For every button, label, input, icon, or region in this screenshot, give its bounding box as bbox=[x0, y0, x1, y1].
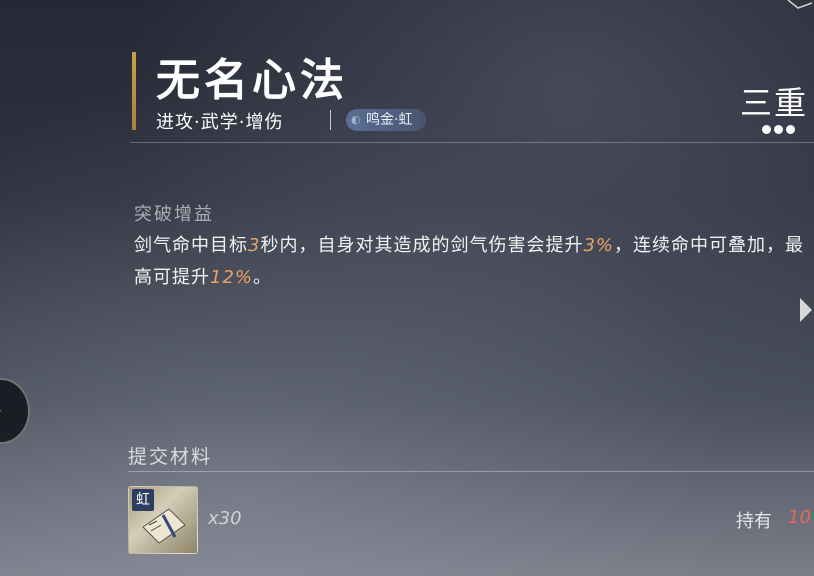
skill-title: 无名心法 bbox=[156, 55, 348, 106]
school-badge: ◐ 鸣金·虹 bbox=[346, 109, 427, 131]
tier-dot bbox=[774, 125, 783, 134]
right-arrow-icon[interactable] bbox=[800, 298, 812, 322]
desc-value: 3 bbox=[248, 235, 261, 256]
side-toggle-button[interactable] bbox=[0, 378, 30, 444]
desc-text: 秒内，自身对其造成的剑气伤害会提升 bbox=[260, 235, 584, 256]
material-badge: 虹 bbox=[132, 489, 154, 511]
left-chevron-icon: › bbox=[0, 403, 2, 419]
owned-count: 10 bbox=[788, 507, 811, 528]
desc-text: 剑气命中目标 bbox=[134, 235, 248, 256]
tag-divider bbox=[330, 110, 331, 130]
submit-materials-label: 提交材料 bbox=[128, 446, 213, 468]
owned-label: 持有 bbox=[736, 511, 772, 532]
skill-tier: 三重 bbox=[740, 84, 809, 122]
school-badge-label: 鸣金·虹 bbox=[366, 112, 413, 128]
skill-tags: 进攻·武学·增伤 bbox=[156, 112, 284, 133]
materials-divider bbox=[128, 471, 814, 472]
breakthrough-description: 剑气命中目标3秒内，自身对其造成的剑气伤害会提升3%，连续命中可叠加，最高可提升… bbox=[134, 230, 810, 294]
tier-level-dots bbox=[762, 119, 798, 138]
desc-value: 3% bbox=[583, 235, 615, 256]
desc-value: 12% bbox=[210, 267, 254, 288]
tier-dot bbox=[786, 125, 795, 134]
corner-ornament-icon bbox=[787, 0, 813, 9]
material-quantity: x30 bbox=[208, 508, 242, 529]
school-badge-icon: ◐ bbox=[351, 113, 361, 126]
title-accent-bar bbox=[132, 52, 136, 130]
header-divider bbox=[130, 142, 814, 143]
tier-dot bbox=[762, 125, 771, 134]
breakthrough-label: 突破增益 bbox=[134, 204, 214, 225]
desc-text: 。 bbox=[253, 267, 273, 288]
